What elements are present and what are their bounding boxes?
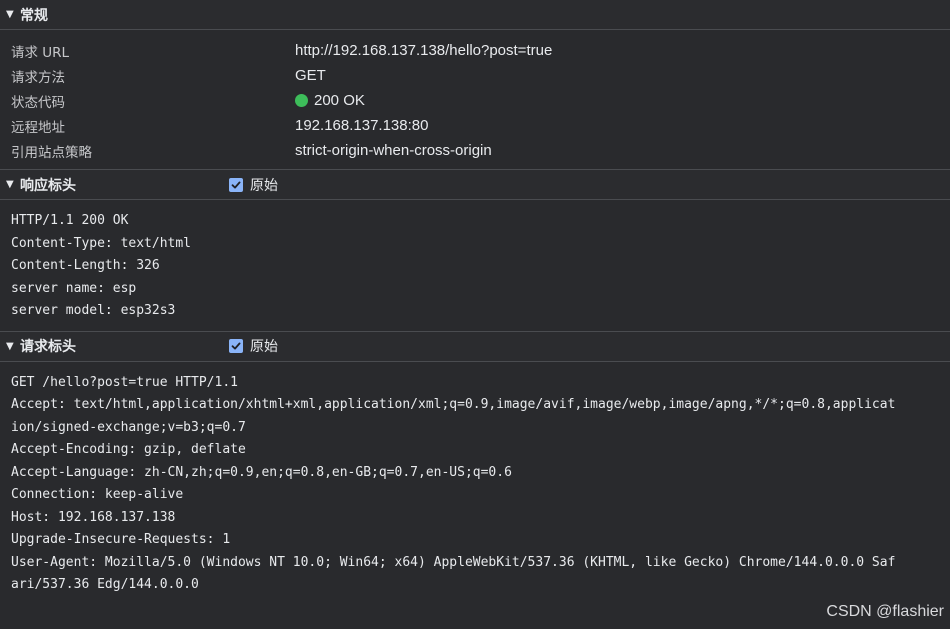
triangle-down-icon: ▼: [6, 340, 14, 352]
general-section-header[interactable]: ▼ 常规: [0, 0, 950, 30]
referrer-policy-label: 引用站点策略: [11, 144, 92, 161]
status-code-label: 状态代码: [11, 94, 65, 111]
remote-address-value[interactable]: 192.168.137.138:80: [295, 117, 428, 134]
response-header-line: Content-Type: text/html: [11, 235, 192, 251]
watermark: CSDN @flashier: [826, 603, 944, 620]
response-headers-raw: HTTP/1.1 200 OK Content-Type: text/html …: [0, 200, 950, 332]
status-code-value[interactable]: 200 OK: [295, 92, 365, 109]
request-header-line: GET /hello?post=true HTTP/1.1: [11, 374, 238, 390]
referrer-policy-value[interactable]: strict-origin-when-cross-origin: [295, 142, 492, 159]
request-method-label: 请求方法: [11, 69, 65, 86]
response-header-line: HTTP/1.1 200 OK: [11, 213, 129, 228]
response-header-line: server model: esp32s3: [11, 303, 176, 318]
request-header-line: User-Agent: Mozilla/5.0 (Windows NT 10.0…: [11, 554, 896, 570]
response-raw-toggle[interactable]: 原始: [229, 170, 278, 199]
request-header-line: Host: 192.168.137.138: [11, 509, 176, 525]
request-header-line: Upgrade-Insecure-Requests: 1: [11, 532, 231, 547]
checkmark-icon: [231, 181, 241, 188]
general-row-referrer-policy: 引用站点策略 strict-origin-when-cross-origin: [0, 138, 950, 163]
request-header-line: Accept-Encoding: gzip, deflate: [11, 442, 246, 457]
general-section-title: 常规: [20, 7, 48, 24]
general-row-remote-address: 远程地址 192.168.137.138:80: [0, 113, 950, 138]
request-raw-checkbox[interactable]: [229, 339, 243, 353]
checkmark-icon: [231, 342, 241, 350]
status-code-text: 200 OK: [314, 92, 365, 109]
request-url-label: 请求 URL: [11, 44, 70, 61]
request-method-value[interactable]: GET: [295, 67, 326, 84]
general-section-body: 请求 URL http://192.168.137.138/hello?post…: [0, 30, 950, 170]
request-header-line: ari/537.36 Edg/144.0.0.0: [11, 577, 199, 592]
response-headers-section-header[interactable]: ▼ 响应标头 原始: [0, 170, 950, 200]
remote-address-label: 远程地址: [11, 119, 65, 136]
triangle-down-icon: ▼: [6, 179, 14, 190]
request-headers-section-header[interactable]: ▼ 请求标头 原始: [0, 331, 950, 362]
response-raw-checkbox[interactable]: [229, 177, 243, 192]
general-row-request-url: 请求 URL http://192.168.137.138/hello?post…: [0, 38, 950, 63]
request-header-line: Accept-Language: zh-CN,zh;q=0.9,en;q=0.8…: [11, 464, 512, 480]
response-raw-label[interactable]: 原始: [250, 175, 278, 195]
general-row-status-code: 状态代码 200 OK: [0, 88, 950, 113]
request-headers-title: 请求标头: [20, 339, 76, 355]
request-header-line: Connection: keep-alive: [11, 487, 184, 502]
request-headers-raw: GET /hello?post=true HTTP/1.1 Accept: te…: [0, 362, 950, 603]
request-header-line: Accept: text/html,application/xhtml+xml,…: [11, 397, 896, 412]
triangle-down-icon: ▼: [6, 9, 14, 20]
response-headers-title: 响应标头: [20, 177, 76, 194]
response-header-line: Content-Length: 326: [11, 258, 160, 273]
request-raw-toggle[interactable]: 原始: [229, 332, 278, 361]
request-header-line: ion/signed-exchange;v=b3;q=0.7: [11, 419, 246, 435]
response-header-line: server name: esp: [11, 280, 137, 296]
request-raw-label[interactable]: 原始: [250, 336, 278, 356]
general-row-request-method: 请求方法 GET: [0, 63, 950, 88]
request-url-value[interactable]: http://192.168.137.138/hello?post=true: [295, 42, 552, 59]
status-ok-dot-icon: [295, 94, 308, 107]
